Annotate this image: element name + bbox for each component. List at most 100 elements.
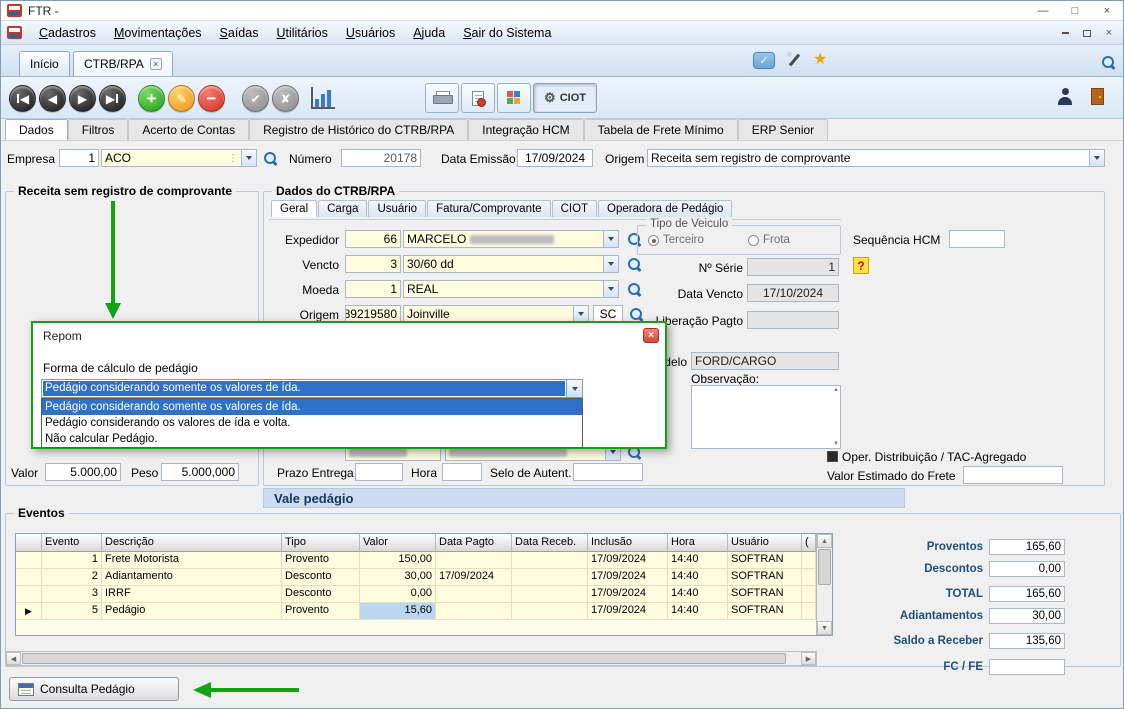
cell-data_receb[interactable] [512,552,588,569]
radio-terceiro[interactable] [648,235,659,246]
grid-col-header-extra[interactable]: ( [802,534,816,552]
main-tab-dados[interactable]: Dados [5,119,68,140]
expedidor-code-field[interactable]: 66 [345,230,401,248]
cell-extra[interactable] [802,603,816,620]
scroll-down-icon[interactable]: ▼ [833,441,839,447]
main-tab-erp-senior[interactable]: ERP Senior [738,119,828,140]
nav-next-button[interactable]: ▶ [69,85,96,112]
pedagio-calc-combobox[interactable]: Pedágio considerando somente os valores … [41,379,583,398]
badge-check-icon[interactable]: ✓ [753,52,775,69]
chevron-down-icon[interactable] [603,256,618,272]
grid-col-header-inclusao[interactable]: Inclusão [588,534,668,552]
grid-col-header-tipo[interactable]: Tipo [282,534,360,552]
wand-icon[interactable] [785,51,803,69]
valor-field[interactable]: 5.000,00 [45,463,121,481]
mdi-restore-button[interactable] [1079,25,1095,41]
maximize-button[interactable]: □ [1059,1,1091,20]
cell-data_pagto[interactable] [436,603,512,620]
sequencia-hcm-field[interactable] [949,230,1005,248]
cell-tipo[interactable]: Desconto [282,586,360,603]
users-button[interactable] [497,83,531,113]
peso-field[interactable]: 5.000,000 [161,463,239,481]
grid-col-header-hora[interactable]: Hora [668,534,728,552]
cell-usuario[interactable]: SOFTRAN [728,552,802,569]
origem-header-combo[interactable]: Receita sem registro de comprovante [647,149,1105,167]
nav-last-button[interactable]: ▶ [99,85,126,112]
search-icon[interactable] [1101,55,1116,70]
cell-extra[interactable] [802,586,816,603]
observacao-textarea[interactable]: ▲ ▼ [691,385,841,449]
ctrb-tab-geral[interactable]: Geral [271,200,317,217]
menu-item-movimentacoes[interactable]: Movimentações [105,21,211,45]
ctrb-tab-ciot[interactable]: CIOT [552,200,597,217]
tab-inicio[interactable]: Início [19,51,70,76]
grid-col-header-usuario[interactable]: Usuário [728,534,802,552]
menu-item-utilitarios[interactable]: Utilitários [267,21,336,45]
hora-field[interactable] [442,463,482,481]
scroll-left-icon[interactable]: ◀ [6,652,21,665]
main-tab-integracao-hcm[interactable]: Integração HCM [468,119,583,140]
data-emissao-field[interactable]: 17/09/2024 [517,149,593,167]
cell-inclusao[interactable]: 17/09/2024 [588,569,668,586]
selo-autent-field[interactable] [573,463,643,481]
cell-hora[interactable]: 14:40 [668,569,728,586]
ctrb-tab-fatura-comprovante[interactable]: Fatura/Comprovante [427,200,550,217]
document-button[interactable] [461,83,495,113]
main-tab-registro-de-historico-do-ctrb-rpa[interactable]: Registro de Histórico do CTRB/RPA [249,119,468,140]
cell-hora[interactable]: 14:40 [668,586,728,603]
moeda-name-combo[interactable]: REAL [403,280,619,298]
repom-close-icon[interactable]: × [643,328,659,343]
scroll-thumb[interactable] [22,653,786,664]
radio-frota[interactable] [748,235,759,246]
cell-inclusao[interactable]: 17/09/2024 [588,603,668,620]
pedagio-option-3[interactable]: Não calcular Pedágio. [42,431,582,447]
help-icon[interactable]: ? [853,257,869,274]
menu-item-cadastros[interactable]: Cadastros [30,21,105,45]
cell-inclusao[interactable]: 17/09/2024 [588,552,668,569]
menu-item-saidas[interactable]: Saídas [211,21,268,45]
grid-col-header-valor[interactable]: Valor [360,534,436,552]
cell-valor[interactable]: 30,00 [360,569,436,586]
grid-col-header-data_receb[interactable]: Data Receb. [512,534,588,552]
cell-evento[interactable]: 5 [42,603,102,620]
cell-descricao[interactable]: Adiantamento [102,569,282,586]
add-button[interactable]: + [138,85,165,112]
scroll-right-icon[interactable]: ▶ [801,652,816,665]
tab-ctrb-rpa[interactable]: CTRB/RPA × [73,51,173,76]
tab-close-icon[interactable]: × [150,58,162,70]
cell-data_receb[interactable] [512,586,588,603]
empresa-name-combo[interactable]: ACO ⋮ [101,149,257,167]
menu-item-ajuda[interactable]: Ajuda [404,21,454,45]
cell-descricao[interactable]: IRRF [102,586,282,603]
grid-col-header-descricao[interactable]: Descrição [102,534,282,552]
ctrb-tab-operadora-de-pedagio[interactable]: Operadora de Pedágio [598,200,732,217]
cell-tipo[interactable]: Provento [282,552,360,569]
grid-vertical-scrollbar[interactable]: ▲ ▼ [816,534,832,635]
cell-data_receb[interactable] [512,603,588,620]
grid-col-header-evento[interactable]: Evento [42,534,102,552]
valor-estimado-field[interactable] [963,466,1063,484]
ciot-button[interactable]: ⚙ CIOT [533,83,597,113]
mdi-minimize-button[interactable] [1057,25,1073,41]
pedagio-option-1[interactable]: Pedágio considerando somente os valores … [42,399,582,415]
ctrb-tab-carga[interactable]: Carga [318,200,367,217]
chevron-down-icon[interactable] [1089,150,1104,166]
cell-inclusao[interactable]: 17/09/2024 [588,586,668,603]
eventos-row[interactable]: ▶5PedágioProvento15,6017/09/202414:40SOF… [16,603,832,620]
nav-first-button[interactable]: ◀ [9,85,36,112]
scroll-down-icon[interactable]: ▼ [817,621,832,635]
cell-hora[interactable]: 14:40 [668,603,728,620]
chevron-down-icon[interactable] [573,306,588,322]
cell-evento[interactable]: 2 [42,569,102,586]
vencto-name-combo[interactable]: 30/60 dd [403,255,619,273]
menu-item-usuarios[interactable]: Usuários [337,21,404,45]
numero-field[interactable]: 20178 [341,149,421,167]
scroll-up-icon[interactable]: ▲ [817,534,832,548]
empresa-code-field[interactable]: 1 [59,149,99,167]
empresa-search-icon[interactable] [263,151,278,166]
scroll-thumb[interactable] [818,549,831,585]
expedidor-name-combo[interactable]: MARCELO [403,230,619,248]
cell-tipo[interactable]: Desconto [282,569,360,586]
vencto-search-icon[interactable] [627,257,642,272]
cell-data_pagto[interactable] [436,586,512,603]
